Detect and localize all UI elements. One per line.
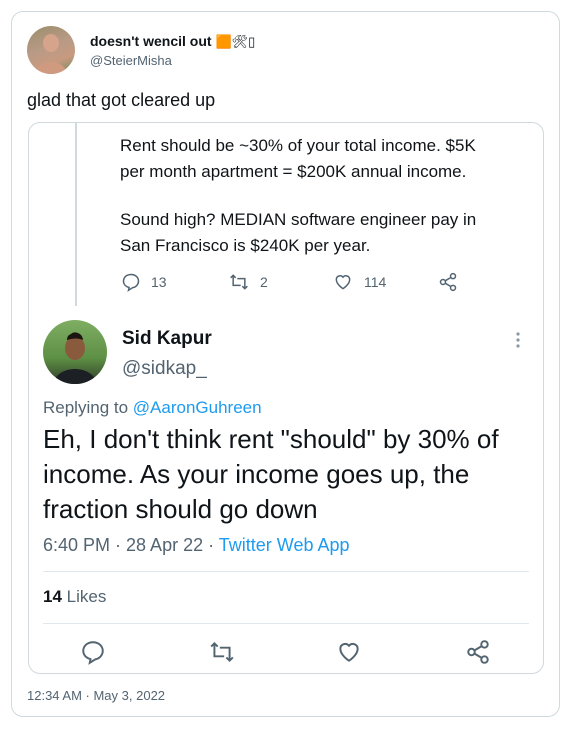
replying-to-label: Replying to [43,398,129,417]
author-handle[interactable]: @SteierMisha [90,53,172,68]
share-icon [439,272,457,292]
parent-line-2: per month apartment = $200K annual incom… [120,162,467,181]
retweet-count: 2 [260,274,268,290]
reply-text: Eh, I don't think rent "should" by 30% o… [43,422,499,527]
reply-source-link[interactable]: Twitter Web App [219,535,350,555]
heart-icon [339,642,359,662]
reply-author-avatar[interactable] [43,320,107,384]
author-avatar[interactable] [27,26,75,74]
retweet-icon [230,274,248,290]
reply-line-3: fraction should go down [43,494,318,524]
author-name-text[interactable]: doesn't wencil out [90,33,212,49]
like-count: 114 [364,274,387,290]
reply-button[interactable] [80,639,106,665]
divider-top [43,571,529,572]
reply-icon [122,273,140,292]
reply-line-1: Eh, I don't think rent "should" by 30% o… [43,424,499,454]
parent-share-button[interactable] [438,272,468,292]
avatar-photo-icon [53,332,97,384]
likes-summary[interactable]: 14 Likes [43,587,106,607]
parent-like-count[interactable]: 114 [332,272,386,292]
thread-line [75,123,77,306]
replying-to-link[interactable]: @AaronGuhreen [133,398,262,417]
parent-line-1: Rent should be ~30% of your total income… [120,136,476,155]
likes-count: 14 [43,587,62,606]
author-emoji: 🟧🛠▯ [215,34,256,49]
reply-author-name[interactable]: Sid Kapur [122,328,212,350]
reply-meta: 6:40 PM · 28 Apr 22 · Twitter Web App [43,535,350,556]
author-name[interactable]: doesn't wencil out 🟧🛠▯ [90,33,255,50]
reply-count: 13 [151,274,167,290]
replying-to-line: Replying to @AaronGuhreen [43,398,262,418]
likes-label: Likes [66,587,107,606]
avatar-photo-icon [35,34,67,74]
reply-time-date[interactable]: 6:40 PM · 28 Apr 22 · [43,535,214,555]
like-button[interactable] [336,639,362,665]
share-icon [467,640,489,664]
reply-author-handle[interactable]: @sidkap_ [122,358,207,380]
more-options-icon[interactable] [514,331,522,349]
reply-line-2: income. As your income goes up, the [43,459,470,489]
heart-icon [335,275,351,290]
parent-reply-count[interactable]: 13 [121,272,167,292]
share-button[interactable] [465,639,491,665]
parent-line-4: San Francisco is $240K per year. [120,236,371,255]
parent-retweet-count[interactable]: 2 [228,272,268,292]
tweet-timestamp[interactable]: 12:34 AM · May 3, 2022 [27,688,165,703]
reply-icon [82,641,104,665]
quoted-parent-text: Rent should be ~30% of your total income… [120,133,476,259]
retweet-icon [210,641,234,663]
tweet-text: glad that got cleared up [27,90,216,110]
retweet-button[interactable] [208,639,234,665]
divider-bottom [43,623,529,624]
parent-line-3: Sound high? MEDIAN software engineer pay… [120,210,477,229]
